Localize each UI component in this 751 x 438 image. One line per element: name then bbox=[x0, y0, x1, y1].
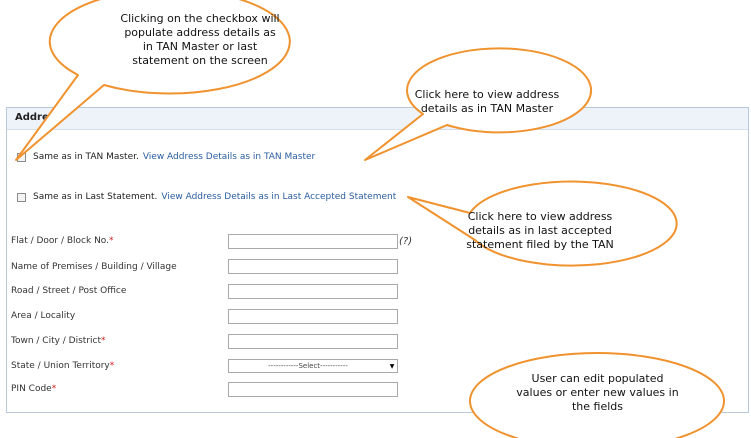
callout-checkbox-text: Clicking on the checkbox will populate a… bbox=[120, 12, 280, 67]
callout-last-statement-text: Click here to view address details as in… bbox=[466, 210, 614, 251]
callout-tan-master-text: Click here to view address details as in… bbox=[414, 88, 560, 115]
callout-edit-text: User can edit populated values or enter … bbox=[516, 372, 679, 413]
